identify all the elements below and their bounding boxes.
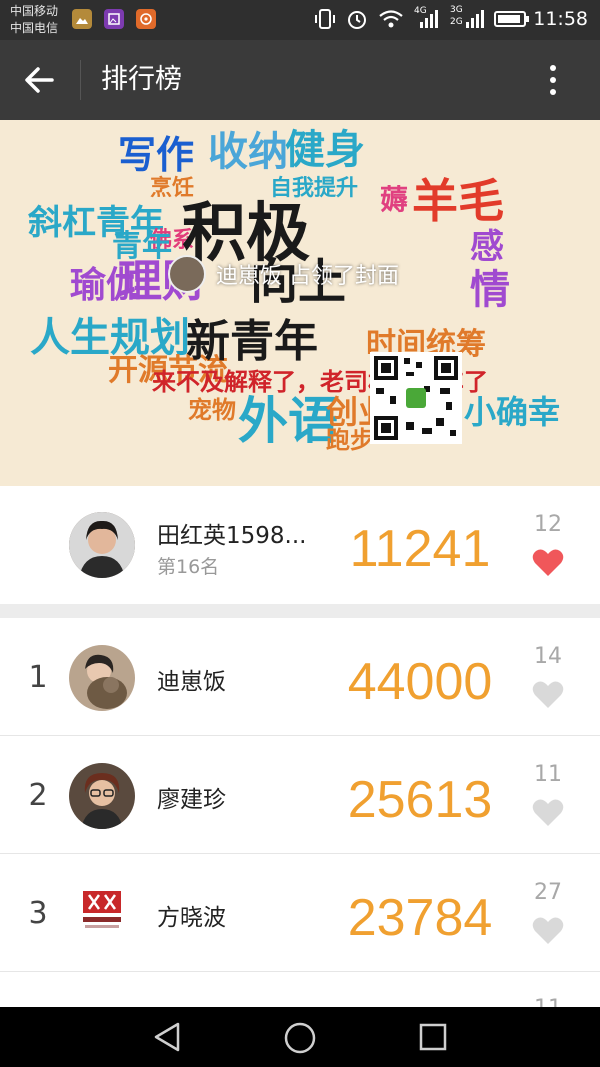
avatar [69, 645, 135, 711]
player-score: 23784 [347, 889, 493, 947]
avatar [69, 763, 135, 829]
network-label-3g: 3G [450, 5, 463, 15]
banner-main-newyouth: 新青年 [186, 316, 318, 367]
rank-number: 3 [28, 896, 48, 931]
banner-word-feeling-2: 情 [470, 267, 510, 313]
like-count: 11 [534, 762, 562, 787]
rank-number: 2 [28, 778, 48, 813]
leaderboard-row-partial[interactable]: 11 [0, 972, 600, 1021]
alarm-icon [348, 11, 366, 29]
nav-home-button[interactable] [283, 1021, 317, 1055]
cover-banner[interactable]: 写作 收纳 健身 烹饪 自我提升 薅 羊毛 斜杠青年 佛系 青年 感 情 瑜伽 … [0, 120, 600, 486]
banner-word-fitness: 健身 [285, 127, 365, 173]
cover-owner-text: 迪崽饭 占领了封面 [216, 264, 399, 289]
banner-word-happiness: 小确幸 [464, 393, 561, 431]
like-button[interactable] [532, 798, 564, 828]
battery-icon [494, 11, 529, 27]
system-icons: 4G 3G 2G [314, 5, 530, 30]
avatar [69, 512, 135, 578]
more-menu-button[interactable] [538, 60, 568, 100]
heart-filled-icon [532, 549, 564, 576]
signal-4g-icon: 4G [414, 6, 440, 30]
player-name: 迪崽饭 [157, 669, 226, 695]
banner-word-running: 跑步 [326, 426, 374, 454]
carrier-1: 中国移动 [10, 4, 59, 18]
my-name: 田红英1598... [157, 523, 307, 549]
leaderboard-row[interactable]: 2 廖建珍 25613 11 [0, 736, 600, 854]
heart-outline-icon [532, 917, 564, 944]
notification-icons [72, 9, 156, 29]
status-bar: 中国移动 中国电信 4G 3G 2G 11:58 [0, 0, 600, 40]
player-score: 44000 [347, 653, 493, 711]
player-name: 廖建珍 [157, 787, 226, 813]
more-vertical-icon [550, 65, 556, 95]
page-title: 排行榜 [101, 64, 182, 95]
my-rank-text: 第16名 [157, 556, 220, 578]
like-button[interactable] [532, 916, 564, 946]
nav-back-button[interactable] [150, 1021, 184, 1053]
banner-word-writing: 写作 [118, 133, 195, 177]
banner-word-storage: 收纳 [208, 129, 288, 175]
heart-outline-icon [532, 799, 564, 826]
like-count: 27 [534, 880, 562, 905]
player-score: 25613 [347, 771, 493, 829]
banner-word-hao: 薅 [380, 183, 409, 216]
vibrate-icon [315, 9, 335, 29]
avatar [69, 881, 135, 947]
square-recents-icon [419, 1023, 447, 1051]
triangle-back-icon [154, 1022, 180, 1052]
network-label-4g: 4G [414, 6, 427, 16]
back-button[interactable] [22, 62, 60, 98]
cover-owner-tag: 迪崽饭 占领了封面 [168, 254, 399, 294]
photo-notification-icon [104, 9, 124, 29]
nav-recents-button[interactable] [418, 1022, 448, 1052]
my-like-button[interactable] [532, 548, 564, 578]
my-score: 11241 [349, 520, 491, 578]
system-nav-bar [0, 1007, 600, 1067]
player-name: 方晓波 [157, 905, 226, 931]
cover-owner-avatar [168, 255, 206, 293]
my-like-count: 12 [534, 512, 562, 537]
network-label-2g: 2G [450, 17, 463, 27]
clock: 11:58 [533, 8, 588, 30]
section-gap [0, 604, 600, 618]
qr-code [370, 352, 462, 444]
leaderboard-row[interactable]: 3 方晓波 23784 27 [0, 854, 600, 972]
banner-word-feeling-1: 感 [470, 227, 504, 267]
gallery-notification-icon [72, 9, 92, 29]
carrier-2: 中国电信 [10, 21, 59, 35]
rank-number: 1 [28, 660, 48, 695]
signal-3g2g-icon: 3G 2G [450, 5, 484, 30]
banner-word-pet: 宠物 [188, 396, 236, 424]
arrow-left-icon [25, 67, 54, 93]
weibo-notification-icon [136, 9, 156, 29]
circle-home-icon [284, 1022, 316, 1054]
banner-word-wool: 羊毛 [412, 174, 504, 228]
heart-outline-icon [532, 681, 564, 708]
app-bar: 排行榜 [0, 40, 600, 120]
banner-word-language: 外语 [238, 392, 338, 450]
like-button[interactable] [532, 680, 564, 710]
wifi-icon [379, 10, 403, 28]
header-divider [80, 60, 81, 100]
carrier-names: 中国移动 中国电信 [10, 3, 58, 37]
banner-word-lifeplan: 人生规划 [30, 315, 190, 361]
leaderboard-row[interactable]: 1 迪崽饭 44000 14 [0, 618, 600, 736]
my-rank-card[interactable]: 田红英1598... 第16名 11241 12 [0, 486, 600, 604]
like-count: 14 [534, 644, 562, 669]
